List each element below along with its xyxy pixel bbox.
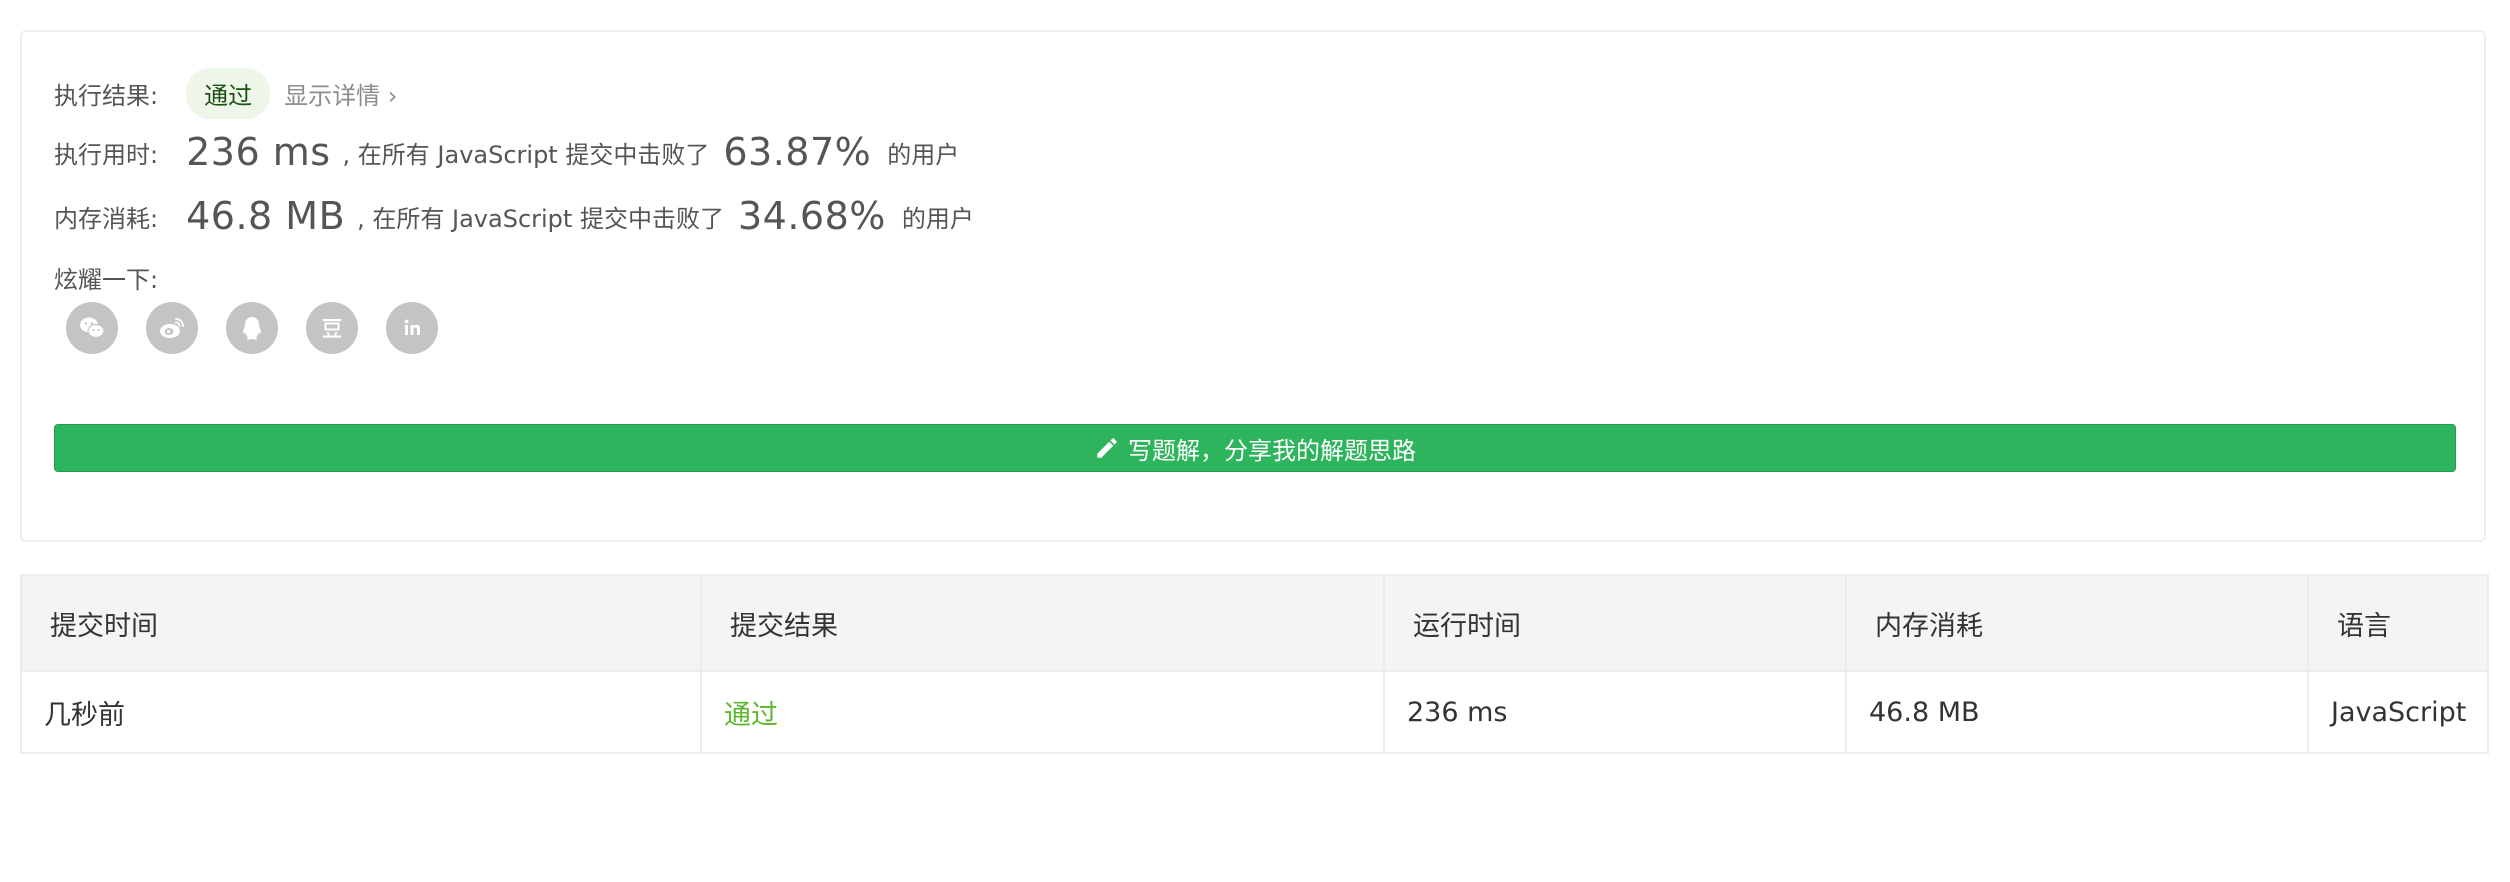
write-solution-label: 写题解，分享我的解题思路 bbox=[1128, 436, 1416, 465]
memory-row: 内存消耗: 46.8 MB , 在所有 JavaScript 提交中击败了 34… bbox=[54, 194, 974, 238]
header-language: 语言 bbox=[2307, 574, 2489, 672]
cell-submit-result-link[interactable]: 通过 bbox=[700, 670, 1385, 754]
status-badge: 通过 bbox=[186, 68, 271, 119]
runtime-row: 执行用时: 236 ms , 在所有 JavaScript 提交中击败了 63.… bbox=[54, 130, 959, 174]
wechat-icon[interactable] bbox=[66, 302, 118, 354]
runtime-label: 执行用时: bbox=[54, 140, 159, 169]
runtime-percent: 63.87% bbox=[723, 130, 872, 174]
share-buttons bbox=[66, 302, 438, 354]
cell-language: JavaScript bbox=[2307, 670, 2489, 754]
cell-runtime: 236 ms bbox=[1383, 670, 1847, 754]
share-label: 炫耀一下: bbox=[54, 266, 159, 294]
header-submit-time: 提交时间 bbox=[20, 574, 702, 672]
header-memory: 内存消耗 bbox=[1845, 574, 2309, 672]
cell-submit-time: 几秒前 bbox=[20, 670, 702, 754]
show-details-link[interactable]: 显示详情 › bbox=[284, 76, 397, 111]
memory-beat-text: , 在所有 JavaScript 提交中击败了 bbox=[357, 204, 724, 233]
runtime-suffix: 的用户 bbox=[887, 140, 960, 169]
linkedin-icon[interactable] bbox=[386, 302, 438, 354]
header-runtime: 运行时间 bbox=[1383, 574, 1847, 672]
result-label: 执行结果: bbox=[54, 82, 159, 110]
memory-value: 46.8 MB bbox=[186, 194, 346, 238]
memory-suffix: 的用户 bbox=[901, 204, 974, 233]
share-row-label: 炫耀一下: bbox=[54, 260, 158, 295]
runtime-beat-text: , 在所有 JavaScript 提交中击败了 bbox=[342, 140, 710, 169]
result-row: 执行结果: 通过 显示详情 › bbox=[54, 68, 397, 119]
table-row: 几秒前 通过 236 ms 46.8 MB JavaScript bbox=[20, 670, 2489, 754]
pencil-icon bbox=[1097, 438, 1117, 458]
memory-label: 内存消耗: bbox=[54, 204, 159, 233]
weibo-icon[interactable] bbox=[146, 302, 198, 354]
douban-icon[interactable] bbox=[306, 302, 358, 354]
submission-table: 提交时间 提交结果 运行时间 内存消耗 语言 几秒前 通过 236 ms 46.… bbox=[20, 574, 2489, 754]
cell-memory: 46.8 MB bbox=[1845, 670, 2309, 754]
header-submit-result: 提交结果 bbox=[700, 574, 1385, 672]
memory-percent: 34.68% bbox=[737, 194, 886, 238]
write-solution-button[interactable]: 写题解，分享我的解题思路 bbox=[54, 424, 2456, 472]
qq-icon[interactable] bbox=[226, 302, 278, 354]
runtime-value: 236 ms bbox=[186, 130, 331, 174]
submission-result-card: 执行结果: 通过 显示详情 › 执行用时: 236 ms , 在所有 JavaS… bbox=[20, 30, 2486, 542]
table-header-row: 提交时间 提交结果 运行时间 内存消耗 语言 bbox=[20, 574, 2489, 672]
